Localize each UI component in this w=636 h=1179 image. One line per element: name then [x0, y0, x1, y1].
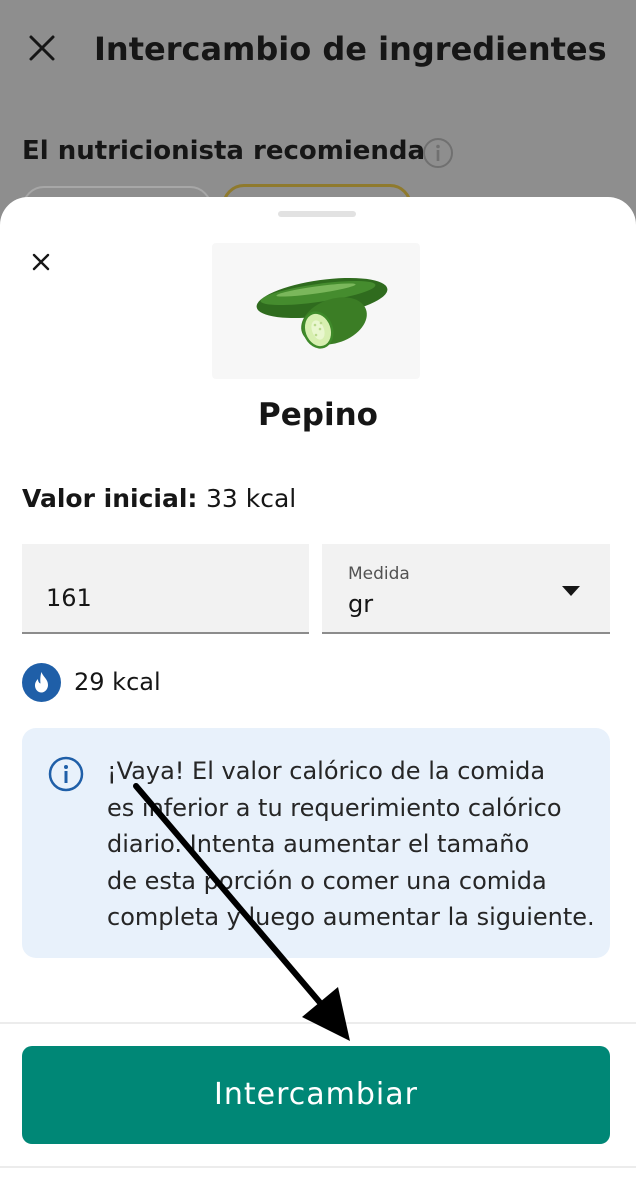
- background-header: Intercambio de ingredientes: [0, 0, 636, 105]
- notice-line: diario. Intenta aumentar el tamaño: [107, 830, 530, 858]
- section-title: El nutricionista recomienda: [22, 136, 426, 166]
- quantity-field[interactable]: [22, 544, 309, 634]
- page-title: Intercambio de ingredientes: [94, 30, 607, 68]
- bottom-sheet: Pepino Valor inicial: 33 kcal Medida gr …: [0, 197, 636, 1179]
- notice-line: es inferior a tu requerimiento calórico: [107, 793, 562, 822]
- flame-icon: [22, 663, 61, 702]
- close-icon[interactable]: [26, 32, 58, 64]
- close-icon[interactable]: [28, 249, 54, 275]
- info-icon[interactable]: [422, 137, 454, 169]
- drag-handle[interactable]: [278, 211, 356, 217]
- initial-value: 33 kcal: [206, 484, 297, 513]
- quantity-input[interactable]: [46, 584, 286, 612]
- caret-down-icon[interactable]: [562, 586, 580, 596]
- unit-select[interactable]: Medida gr: [322, 544, 610, 634]
- notice-line: completa y luego aumentar la siguiente.: [107, 903, 595, 931]
- notice-line: ¡Vaya! El valor calórico de la comida: [107, 757, 546, 785]
- calories-value: 29 kcal: [74, 668, 161, 696]
- cucumber-image: [212, 243, 420, 379]
- notice-message: ¡Vaya! El valor calórico de la comida es…: [107, 753, 595, 936]
- swap-button[interactable]: Intercambiar: [22, 1046, 610, 1144]
- info-icon: [48, 756, 84, 792]
- divider: [0, 1166, 636, 1168]
- unit-value: gr: [348, 590, 374, 618]
- calorie-warning-notice: ¡Vaya! El valor calórico de la comida es…: [22, 728, 610, 958]
- initial-value-label: Valor inicial:: [22, 484, 198, 513]
- food-name: Pepino: [258, 397, 378, 433]
- unit-label: Medida: [348, 564, 410, 584]
- notice-line: de esta porción o comer una comida: [107, 866, 547, 895]
- divider: [0, 1022, 636, 1024]
